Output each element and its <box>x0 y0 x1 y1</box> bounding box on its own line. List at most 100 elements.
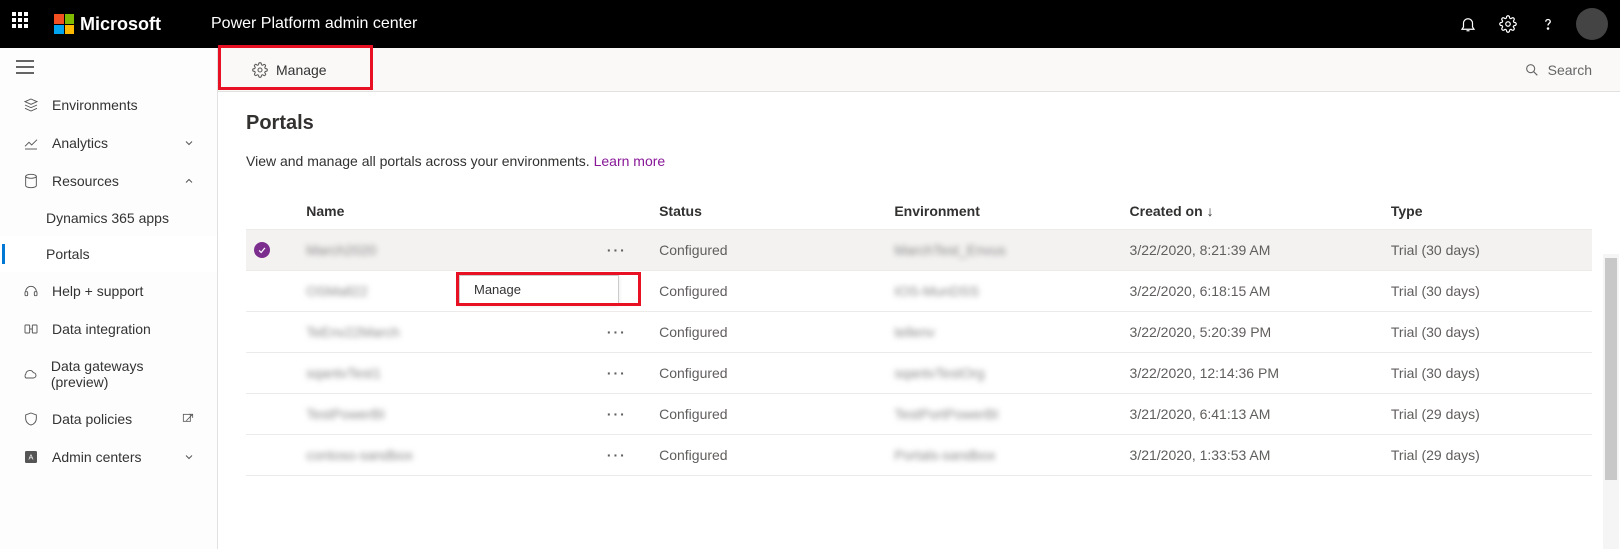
sidebar-item-label: Help + support <box>52 283 143 299</box>
cell-type: Trial (29 days) <box>1391 406 1480 422</box>
sidebar-item-label: Resources <box>52 173 119 189</box>
brand-logo[interactable]: Microsoft <box>54 14 161 35</box>
cell-type: Trial (30 days) <box>1391 283 1480 299</box>
cell-type: Trial (29 days) <box>1391 447 1480 463</box>
sidebar-item-label: Environments <box>52 97 138 113</box>
search-icon <box>1524 62 1540 78</box>
chart-icon <box>22 134 40 152</box>
row-more-icon[interactable]: ··· <box>607 447 627 463</box>
row-more-icon[interactable]: ··· <box>607 324 627 340</box>
cell-status: Configured <box>659 242 728 258</box>
waffle-icon[interactable] <box>12 12 36 36</box>
sidebar: Environments Analytics Resources Dynamic… <box>0 48 218 549</box>
cell-status: Configured <box>659 283 728 299</box>
page-body: Portals View and manage all portals acro… <box>218 92 1620 549</box>
sidebar-item-data-gateways[interactable]: Data gateways (preview) <box>0 348 217 400</box>
table-row[interactable]: contoso-sandbox ··· Configured Portals-s… <box>246 435 1592 476</box>
help-icon[interactable] <box>1528 4 1568 44</box>
cell-type: Trial (30 days) <box>1391 365 1480 381</box>
global-header: Microsoft Power Platform admin center <box>0 0 1620 48</box>
row-more-icon[interactable]: ··· <box>607 406 627 422</box>
row-selected-icon[interactable] <box>254 242 270 258</box>
sidebar-item-label: Data policies <box>52 411 132 427</box>
column-header-created[interactable]: Created on↓ <box>1122 193 1383 230</box>
sidebar-item-label: Analytics <box>52 135 108 151</box>
brand-text: Microsoft <box>80 14 161 35</box>
stack-icon <box>22 96 40 114</box>
cell-name: March2020 <box>306 242 376 258</box>
cloud-icon <box>22 365 39 383</box>
table-row[interactable]: TestPowerBI ··· Configured TestPortPower… <box>246 394 1592 435</box>
sidebar-item-admin-centers[interactable]: A Admin centers <box>0 438 217 476</box>
column-header-environment[interactable]: Environment <box>886 193 1121 230</box>
sort-desc-icon: ↓ <box>1207 203 1214 219</box>
table-row[interactable]: March2020 ··· Configured MarchTest_Envus… <box>246 230 1592 271</box>
cell-created: 3/21/2020, 6:41:13 AM <box>1130 406 1271 422</box>
manage-tooltip-text: Manage <box>474 282 521 297</box>
cell-created: 3/22/2020, 12:14:36 PM <box>1130 365 1279 381</box>
app-title: Power Platform admin center <box>211 15 417 33</box>
sidebar-item-environments[interactable]: Environments <box>0 86 217 124</box>
cell-name: OSMall22 <box>306 283 367 299</box>
cell-created: 3/22/2020, 8:21:39 AM <box>1130 242 1271 258</box>
shield-icon <box>22 410 40 428</box>
cell-name: sqantvTest1 <box>306 365 381 381</box>
table-header-row: Name Status Environment Created on↓ Type <box>246 193 1592 230</box>
headset-icon <box>22 282 40 300</box>
manage-button-label: Manage <box>276 62 327 78</box>
notifications-icon[interactable] <box>1448 4 1488 44</box>
sidebar-item-dynamics-365-apps[interactable]: Dynamics 365 apps <box>0 200 217 236</box>
cell-environment: TestPortPowerBI <box>894 406 998 422</box>
manage-tooltip: Manage <box>459 275 619 304</box>
sidebar-item-label: Admin centers <box>52 449 141 465</box>
cell-environment: Portals-sandbox <box>894 447 995 463</box>
table-row[interactable]: TeEnv22March ··· Configured tellenv 3/22… <box>246 312 1592 353</box>
sidebar-item-label: Portals <box>46 246 90 262</box>
integration-icon <box>22 320 40 338</box>
sidebar-item-label: Data integration <box>52 321 151 337</box>
scrollbar-thumb[interactable] <box>1605 258 1617 480</box>
cell-name: contoso-sandbox <box>306 447 413 463</box>
cell-created: 3/21/2020, 1:33:53 AM <box>1130 447 1271 463</box>
chevron-down-icon <box>183 137 195 149</box>
chevron-down-icon <box>183 451 195 463</box>
microsoft-logo-icon <box>54 14 74 34</box>
sidebar-item-data-policies[interactable]: Data policies <box>0 400 217 438</box>
settings-icon[interactable] <box>1488 4 1528 44</box>
column-header-status[interactable]: Status <box>651 193 886 230</box>
vertical-scrollbar[interactable] <box>1603 254 1619 549</box>
chevron-up-icon <box>183 175 195 187</box>
column-header-type[interactable]: Type <box>1383 193 1592 230</box>
cell-status: Configured <box>659 365 728 381</box>
table-row[interactable]: sqantvTest1 ··· Configured sqantvTestOrg… <box>246 353 1592 394</box>
search-input[interactable]: Search <box>1516 56 1600 84</box>
cell-environment: MarchTest_Envus <box>894 242 1005 258</box>
sidebar-item-data-integration[interactable]: Data integration <box>0 310 217 348</box>
manage-button[interactable]: Manage <box>238 56 341 84</box>
cell-type: Trial (30 days) <box>1391 242 1480 258</box>
portals-table: Name Status Environment Created on↓ Type <box>246 193 1592 476</box>
svg-text:A: A <box>29 453 34 462</box>
sidebar-item-help-support[interactable]: Help + support <box>0 272 217 310</box>
cell-created: 3/22/2020, 6:18:15 AM <box>1130 283 1271 299</box>
table-row[interactable]: OSMall22 Configured IOS-MunDSS 3/22/2020… <box>246 271 1592 312</box>
page-description-text: View and manage all portals across your … <box>246 153 594 169</box>
sidebar-item-analytics[interactable]: Analytics <box>0 124 217 162</box>
command-bar: Manage Search <box>218 48 1620 92</box>
sidebar-item-label: Dynamics 365 apps <box>46 210 169 226</box>
column-header-name[interactable]: Name <box>298 193 599 230</box>
sidebar-item-resources[interactable]: Resources <box>0 162 217 200</box>
cell-name: TeEnv22March <box>306 324 399 340</box>
cell-environment: sqantvTestOrg <box>894 365 984 381</box>
row-more-icon[interactable]: ··· <box>607 242 627 258</box>
external-link-icon <box>181 412 195 426</box>
sidebar-item-portals[interactable]: Portals <box>0 236 217 272</box>
page-description: View and manage all portals across your … <box>246 153 1592 169</box>
avatar[interactable] <box>1576 8 1608 40</box>
learn-more-link[interactable]: Learn more <box>594 153 666 169</box>
row-more-icon[interactable]: ··· <box>607 365 627 381</box>
sidebar-toggle[interactable] <box>0 48 217 86</box>
gear-icon <box>252 62 268 78</box>
cell-status: Configured <box>659 324 728 340</box>
sidebar-item-label: Data gateways (preview) <box>51 358 195 390</box>
